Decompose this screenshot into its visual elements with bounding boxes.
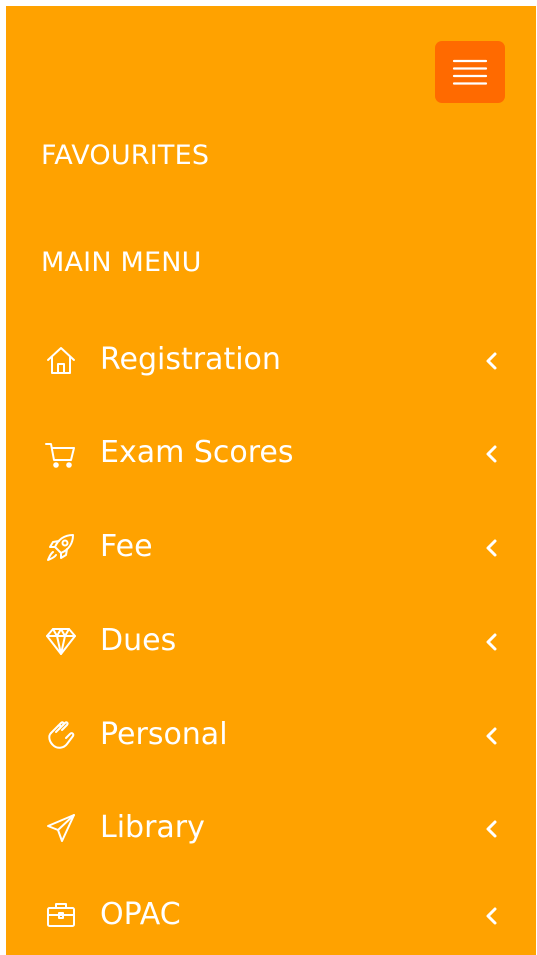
rocket-icon xyxy=(44,530,78,564)
menu-item-library[interactable]: Library xyxy=(6,799,536,859)
menu-item-registration[interactable]: Registration xyxy=(6,331,536,391)
menu-item-label: Registration xyxy=(100,342,281,377)
menu-item-fee[interactable]: Fee xyxy=(6,518,536,578)
chevron-left-icon xyxy=(486,539,497,557)
menu-item-label: Library xyxy=(100,810,205,845)
chevron-left-icon xyxy=(486,445,497,463)
hamburger-menu-icon xyxy=(452,59,488,85)
briefcase-icon xyxy=(44,898,78,932)
menu-item-label: OPAC xyxy=(100,897,181,932)
paper-plane-icon xyxy=(44,811,78,845)
main-menu-heading: MAIN MENU xyxy=(41,247,202,278)
chevron-left-icon xyxy=(486,907,497,925)
chevron-left-icon xyxy=(486,727,497,745)
menu-item-label: Dues xyxy=(100,623,177,658)
menu-item-personal[interactable]: Personal xyxy=(6,706,536,766)
sidebar-panel: FAVOURITES MAIN MENU Registration Exam S… xyxy=(6,6,536,955)
favourites-heading[interactable]: FAVOURITES xyxy=(41,140,209,171)
menu-item-label: Personal xyxy=(100,717,228,752)
menu-item-dues[interactable]: Dues xyxy=(6,612,536,672)
menu-item-exam-scores[interactable]: Exam Scores xyxy=(6,424,536,484)
menu-item-opac[interactable]: OPAC xyxy=(6,886,536,946)
chevron-left-icon xyxy=(486,633,497,651)
menu-item-label: Exam Scores xyxy=(100,435,294,470)
chevron-left-icon xyxy=(486,352,497,370)
hand-icon xyxy=(44,718,78,752)
home-icon xyxy=(44,343,78,377)
chevron-left-icon xyxy=(486,820,497,838)
cart-icon xyxy=(44,436,78,470)
diamond-icon xyxy=(44,624,78,658)
menu-item-label: Fee xyxy=(100,529,153,564)
menu-toggle-button[interactable] xyxy=(435,41,505,103)
